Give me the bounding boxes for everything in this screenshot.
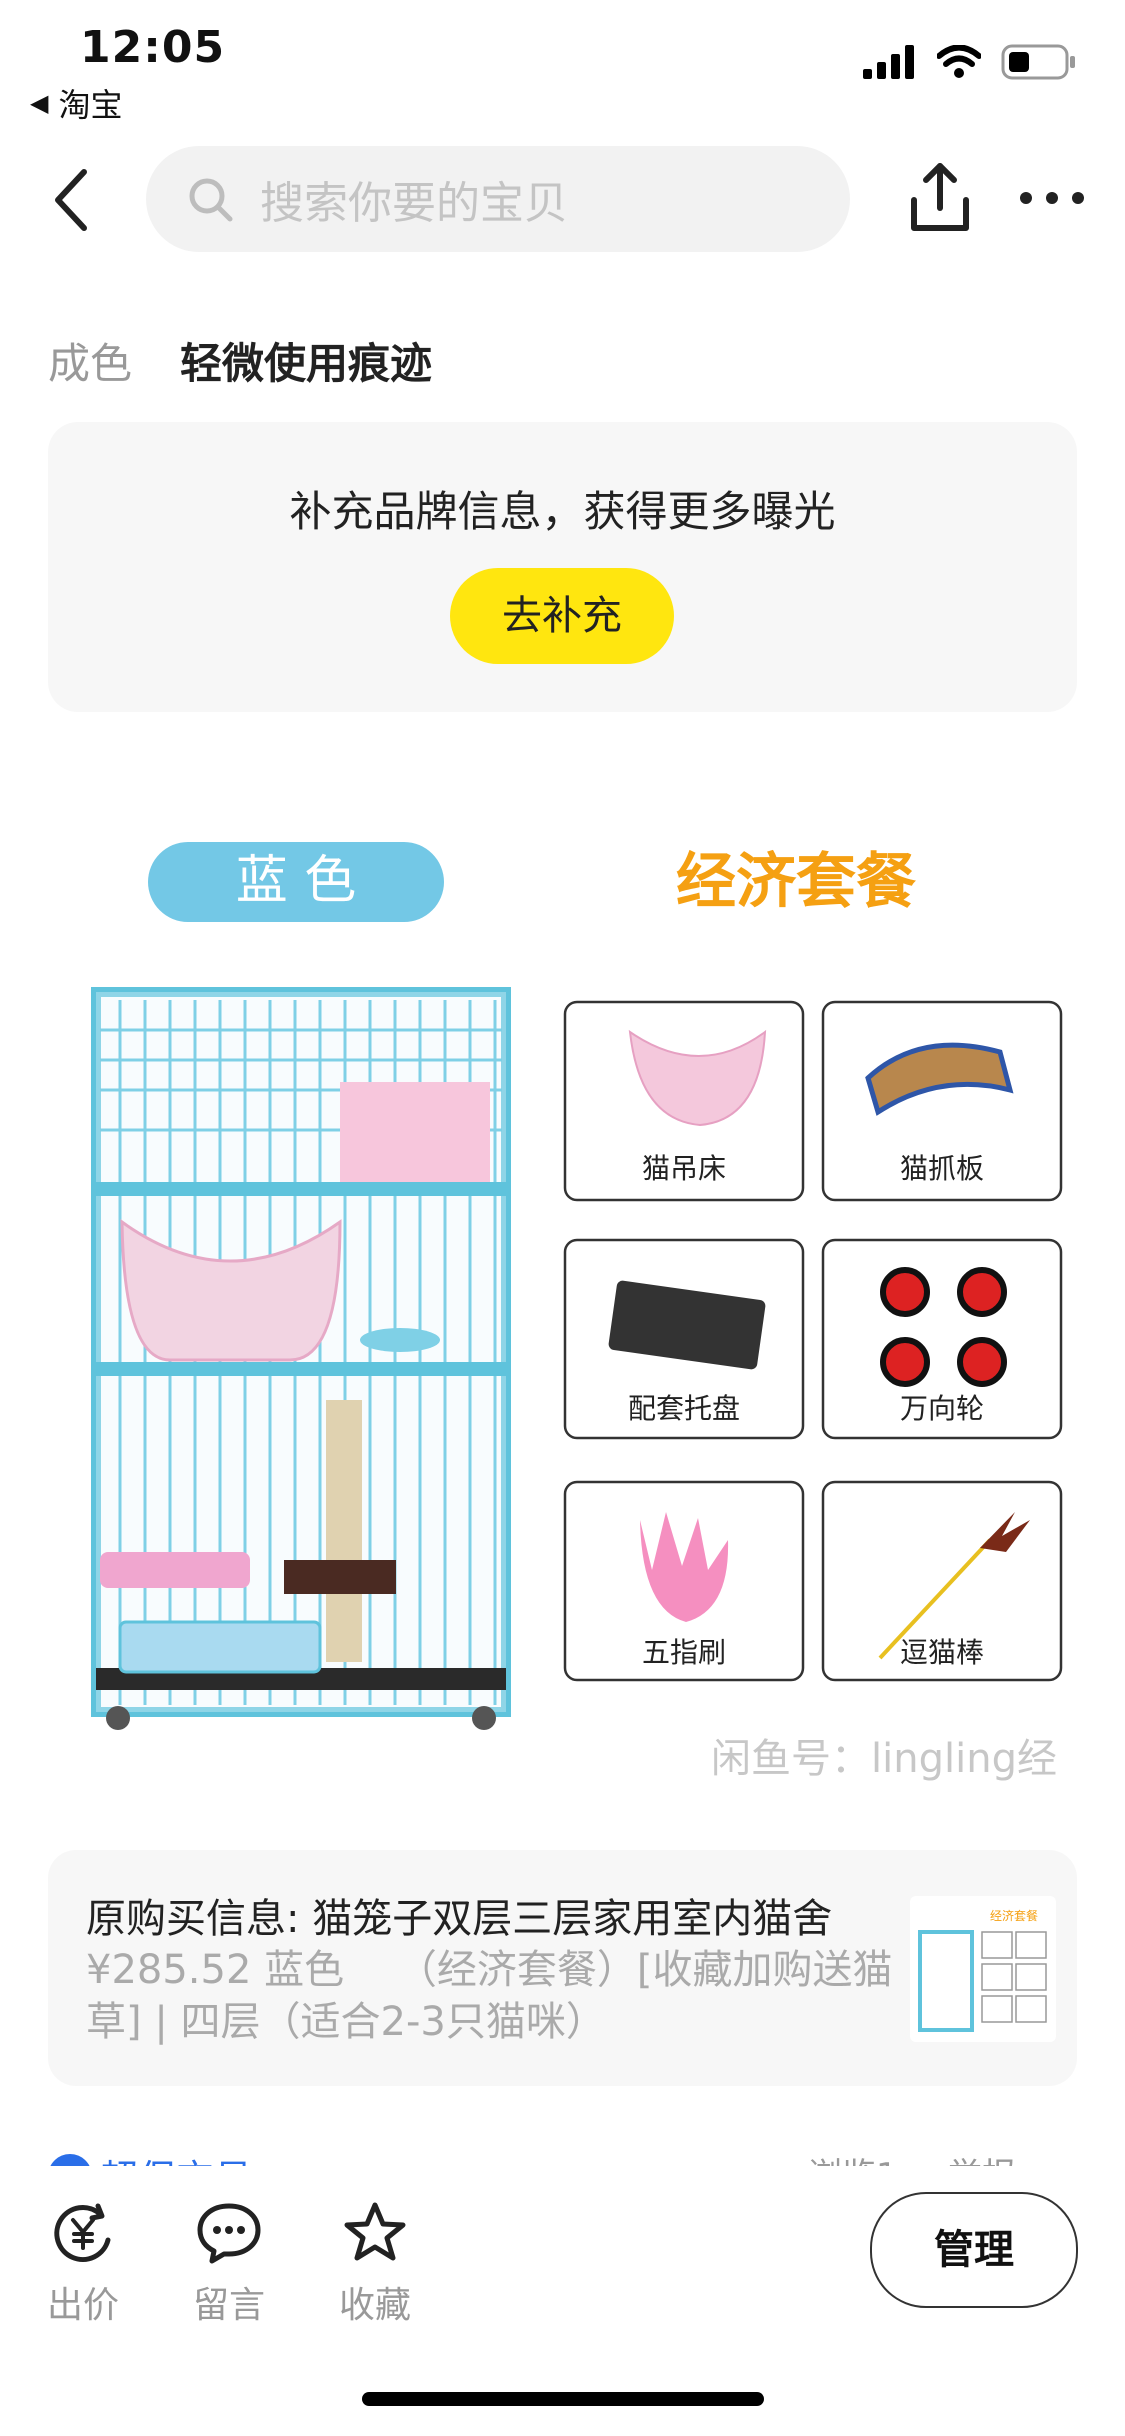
original-purchase-detail: ¥285.52 蓝色 （经济套餐）[收藏加购送猫草] | 四层（适合2-3只猫咪… <box>86 1947 893 2045</box>
back-triangle-icon: ◀ <box>30 89 49 117</box>
offer-yuan-icon <box>54 2203 111 2263</box>
offer-button[interactable]: 出价 <box>28 2200 138 2328</box>
share-icon[interactable] <box>900 158 980 238</box>
wifi-icon <box>937 45 981 78</box>
watermark-text: 闲鱼号：lingling经 <box>711 1736 1057 1782</box>
search-placeholder: 搜索你要的宝贝 <box>260 178 568 229</box>
search-bar[interactable]: 搜索你要的宝贝 <box>146 146 850 252</box>
search-icon <box>189 178 233 222</box>
back-arrow-icon[interactable] <box>44 160 104 240</box>
original-purchase-title: 原购买信息: 猫笼子双层三层家用室内猫舍 <box>86 1896 833 1942</box>
original-product-thumbnail: 经济套餐 <box>910 1896 1056 2042</box>
favorite-label: 收藏 <box>338 2285 411 2326</box>
condition-label: 成色 <box>48 339 133 388</box>
tile-label-scratcher: 猫抓板 <box>900 1152 984 1185</box>
home-indicator[interactable] <box>362 2392 764 2406</box>
status-time: 12:05 <box>80 22 226 73</box>
tile-label-brush: 五指刷 <box>642 1636 726 1669</box>
color-tag-text: 蓝 色 <box>236 851 357 911</box>
status-icons <box>863 44 1077 80</box>
battery-icon <box>1001 44 1075 80</box>
product-image[interactable]: 蓝 色 经济套餐 猫吊床 猫抓板 配套托盘 万向轮 五指刷 逗猫棒 闲鱼号：li… <box>40 800 1085 1800</box>
tile-label-teaser: 逗猫棒 <box>900 1636 984 1669</box>
more-options-icon[interactable] <box>1016 172 1088 224</box>
favorite-button[interactable]: 收藏 <box>320 2200 430 2328</box>
condition-value: 轻微使用痕迹 <box>180 339 433 388</box>
brand-info-card: 补充品牌信息，获得更多曝光 去补充 <box>48 422 1077 712</box>
tile-label-wheels: 万向轮 <box>900 1392 984 1425</box>
package-title-text: 经济套餐 <box>676 847 916 917</box>
comment-button[interactable]: 留言 <box>174 2200 284 2328</box>
back-app-label: 淘宝 <box>58 86 123 124</box>
offer-label: 出价 <box>46 2285 119 2326</box>
add-brand-button[interactable]: 去补充 <box>450 568 674 664</box>
comment-label: 留言 <box>192 2285 265 2326</box>
thumbnail-package-text: 经济套餐 <box>990 1908 1038 1923</box>
comment-bubble-icon <box>197 2203 261 2264</box>
star-icon <box>344 2202 406 2261</box>
tile-label-hammock: 猫吊床 <box>642 1152 726 1185</box>
product-illustration: 蓝 色 经济套餐 猫吊床 猫抓板 配套托盘 万向轮 五指刷 逗猫棒 闲鱼号：li… <box>91 842 1063 1782</box>
brand-info-text: 补充品牌信息，获得更多曝光 <box>289 487 836 536</box>
back-to-app-link[interactable]: ◀ 淘宝 <box>30 80 122 126</box>
original-purchase-card[interactable]: 原购买信息: 猫笼子双层三层家用室内猫舍 ¥285.52 蓝色 （经济套餐）[收… <box>48 1850 1077 2086</box>
cat-cage-picture <box>91 987 511 1730</box>
tile-label-tray: 配套托盘 <box>628 1392 740 1425</box>
manage-button[interactable]: 管理 <box>870 2192 1078 2308</box>
signal-icon <box>863 45 914 79</box>
